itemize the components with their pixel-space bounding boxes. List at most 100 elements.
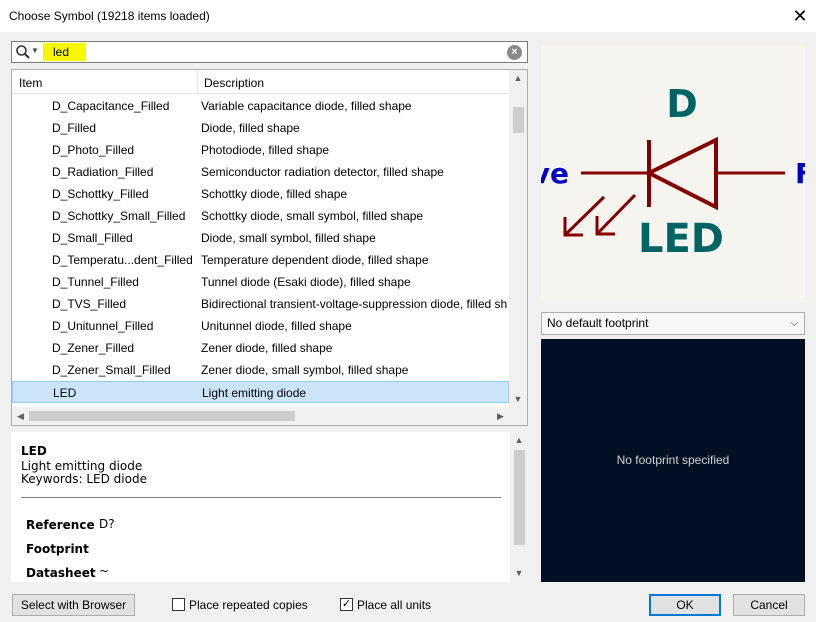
- table-rows: D_Capacitance_Filled Variable capacitance…: [12, 95, 509, 403]
- column-header-description[interactable]: Description: [204, 76, 264, 90]
- row-item-name: D_Tunnel_Filled: [52, 275, 139, 289]
- row-item-name: D_Radiation_Filled: [52, 165, 154, 179]
- scroll-up-icon[interactable]: ▲: [509, 70, 527, 87]
- search-box[interactable]: ▼ led ×: [11, 41, 528, 63]
- title-bar: Choose Symbol (19218 items loaded) ✕: [0, 0, 816, 32]
- window-title: Choose Symbol (19218 items loaded): [9, 9, 210, 23]
- table-row[interactable]: D_Tunnel_Filled Tunnel diode (Esaki diode…: [12, 271, 509, 293]
- footprint-select[interactable]: No default footprint ⌵: [541, 312, 805, 335]
- row-item-name: LED: [53, 386, 77, 400]
- row-description: Variable capacitance diode, filled shape: [201, 99, 412, 113]
- symbol-details: LED Light emitting diode Keywords: LED d…: [11, 432, 528, 582]
- table-header: Item Description: [12, 70, 509, 94]
- details-scrollbar[interactable]: ▲ ▼: [510, 432, 528, 582]
- footprint-preview[interactable]: No footprint specified: [541, 339, 805, 582]
- row-item-name: D_Schottky_Filled: [52, 187, 149, 201]
- details-keywords: Keywords: LED diode: [21, 472, 147, 486]
- row-description: Unitunnel diode, filled shape: [201, 319, 352, 333]
- column-header-item[interactable]: Item: [19, 76, 42, 90]
- table-row[interactable]: D_Filled Diode, filled shape: [12, 117, 509, 139]
- scroll-thumb[interactable]: [29, 411, 295, 421]
- divider: [21, 497, 501, 498]
- search-menu-chevron-icon[interactable]: ▼: [31, 46, 39, 55]
- clear-search-icon[interactable]: ×: [507, 45, 522, 60]
- scroll-corner: [509, 407, 527, 425]
- checkbox-box[interactable]: ✓: [340, 598, 353, 611]
- search-input[interactable]: led: [43, 43, 86, 61]
- chevron-down-icon[interactable]: ⌵: [790, 313, 798, 334]
- row-description: Semiconductor radiation detector, filled…: [201, 165, 444, 179]
- field-value-datasheet[interactable]: ~: [99, 564, 109, 578]
- row-item-name: D_Unitunnel_Filled: [52, 319, 154, 333]
- led-symbol-graphic: D LED ve F: [541, 82, 805, 262]
- search-icon[interactable]: [15, 44, 31, 60]
- row-description: Light emitting diode: [202, 386, 307, 400]
- symbol-preview[interactable]: D LED ve F: [541, 45, 805, 303]
- scroll-right-icon[interactable]: ▶: [492, 407, 509, 425]
- details-name: LED: [21, 444, 47, 458]
- scroll-up-icon[interactable]: ▲: [510, 432, 528, 449]
- scroll-down-icon[interactable]: ▼: [510, 565, 528, 582]
- light-arrow-2: [595, 193, 637, 236]
- details-description: Light emitting diode: [21, 459, 143, 473]
- row-description: Tunnel diode (Esaki diode), filled shape: [201, 275, 411, 289]
- row-item-name: D_Photo_Filled: [52, 143, 135, 157]
- table-row[interactable]: D_Unitunnel_Filled Unitunnel diode, fille…: [12, 315, 509, 337]
- scroll-thumb[interactable]: [513, 107, 524, 133]
- footprint-empty-message: No footprint specified: [616, 453, 730, 467]
- table-row[interactable]: D_Zener_Filled Zener diode, filled shape: [12, 337, 509, 359]
- column-separator[interactable]: [197, 70, 198, 94]
- row-item-name: D_Temperatu...dent_Filled: [52, 253, 193, 267]
- table-row[interactable]: D_Schottky_Small_Filled Schottky diode, s…: [12, 205, 509, 227]
- close-icon[interactable]: ✕: [784, 0, 816, 32]
- row-description: Diode, filled shape: [201, 121, 300, 135]
- tree-vertical-scrollbar[interactable]: ▲ ▼: [509, 70, 527, 408]
- row-item-name: D_TVS_Filled: [52, 297, 127, 311]
- row-description: Diode, small symbol, filled shape: [201, 231, 376, 245]
- table-row[interactable]: D_Photo_Filled Photodiode, filled shape: [12, 139, 509, 161]
- row-item-name: D_Small_Filled: [52, 231, 133, 245]
- table-row[interactable]: D_Radiation_Filled Semiconductor radiatio…: [12, 161, 509, 183]
- table-row[interactable]: D_Small_Filled Diode, small symbol, fille…: [12, 227, 509, 249]
- checkbox-box[interactable]: [172, 598, 185, 611]
- row-description: Schottky diode, filled shape: [201, 187, 348, 201]
- scroll-thumb[interactable]: [514, 450, 525, 545]
- scroll-left-icon[interactable]: ◀: [12, 407, 29, 425]
- row-item-name: D_Filled: [52, 121, 97, 135]
- table-row[interactable]: D_Schottky_Filled Schottky diode, filled …: [12, 183, 509, 205]
- tree-horizontal-scrollbar[interactable]: ◀ ▶: [12, 407, 509, 425]
- ok-button[interactable]: OK: [649, 594, 721, 616]
- table-row[interactable]: D_Capacitance_Filled Variable capacitance…: [12, 95, 509, 117]
- row-description: Zener diode, small symbol, filled shape: [201, 363, 409, 377]
- row-description: Photodiode, filled shape: [201, 143, 330, 157]
- symbol-value-text: LED: [638, 216, 724, 262]
- field-label-reference: Reference: [26, 518, 95, 532]
- table-row[interactable]: D_Temperatu...dent_Filled Temperature dep…: [12, 249, 509, 271]
- checkbox-label[interactable]: Place repeated copies: [189, 597, 308, 613]
- row-description: Temperature dependent diode, filled shap…: [201, 253, 429, 267]
- row-item-name: D_Schottky_Small_Filled: [52, 209, 186, 223]
- row-item-name: D_Zener_Small_Filled: [52, 363, 171, 377]
- place-all-units-checkbox[interactable]: ✓ Place all units: [340, 597, 440, 613]
- left-pin-name-text: ve: [541, 157, 569, 190]
- cancel-button[interactable]: Cancel: [733, 594, 805, 616]
- row-item-name: D_Capacitance_Filled: [52, 99, 170, 113]
- select-with-browser-button[interactable]: Select with Browser: [12, 594, 135, 616]
- field-label-datasheet: Datasheet: [26, 566, 96, 580]
- table-row[interactable]: D_TVS_Filled Bidirectional transient-volt…: [12, 293, 509, 315]
- symbol-reference-text: D: [666, 82, 698, 126]
- row-description: Bidirectional transient-voltage-suppress…: [201, 297, 508, 311]
- field-value-reference: D?: [99, 517, 115, 531]
- table-row[interactable]: D_Zener_Small_Filled Zener diode, small s…: [12, 359, 509, 381]
- table-row[interactable]: LED Light emitting diode: [12, 381, 509, 403]
- symbol-tree[interactable]: Item Description D_Capacitance_Filled Var…: [11, 69, 528, 426]
- right-pin-name-text: F: [795, 157, 805, 190]
- checkbox-label[interactable]: Place all units: [357, 597, 431, 613]
- row-description: Zener diode, filled shape: [201, 341, 333, 355]
- scroll-down-icon[interactable]: ▼: [509, 391, 527, 408]
- footprint-select-value: No default footprint: [547, 316, 649, 330]
- row-item-name: D_Zener_Filled: [52, 341, 135, 355]
- diode-triangle: [644, 136, 718, 211]
- place-repeated-copies-checkbox[interactable]: Place repeated copies: [172, 597, 312, 613]
- row-description: Schottky diode, small symbol, filled sha…: [201, 209, 424, 223]
